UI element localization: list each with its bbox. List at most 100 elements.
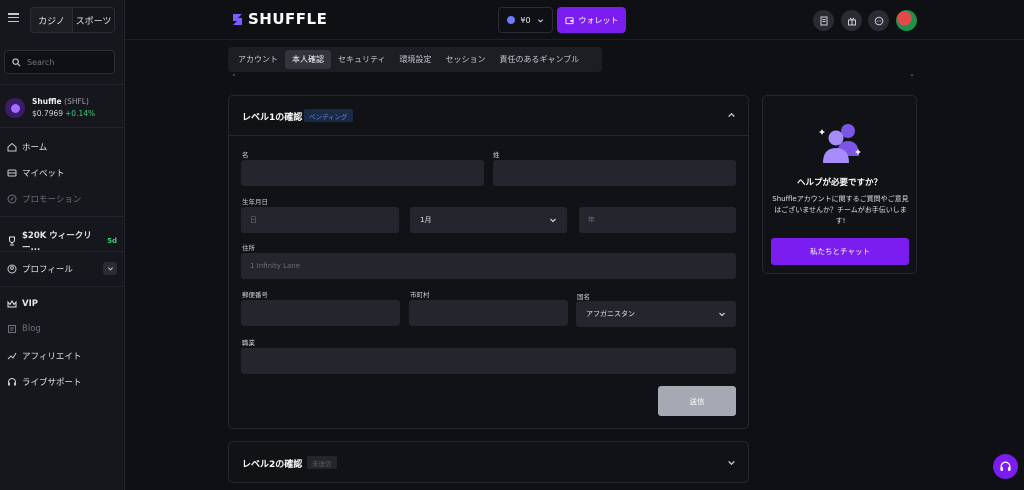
countdown-badge: 5d [107,237,117,245]
scroll-marker [233,74,235,76]
sidebar-item-label: VIP [22,299,38,309]
token-change: +0.14% [65,109,96,118]
top-bar: SHUFFLE ¥0 ウォレット [125,0,1024,40]
sidebar-item-home[interactable]: ホーム [7,141,117,153]
sidebar-item-label: マイベット [22,169,65,179]
currency-balance-dropdown[interactable]: ¥0 [498,7,553,33]
tab-responsible-gambling[interactable]: 責任のあるギャンブル [493,50,587,69]
crown-icon [7,299,17,308]
status-badge: ペンディング [304,109,353,122]
receipt-icon [820,16,827,25]
logo-text: SHUFFLE [248,10,328,28]
month-value: 1月 [420,216,432,224]
chat-with-us-button[interactable]: 私たちとチャット [771,238,909,265]
tab-sessions[interactable]: セッション [439,50,493,69]
sidebar-item-label: ライブサポート [22,378,82,388]
chat-bubble-icon [874,16,883,25]
chevron-up-icon[interactable] [727,111,736,120]
help-title: ヘルプが必要ですか？ [796,178,882,188]
submit-button[interactable]: 送信 [658,386,736,416]
transactions-button[interactable] [813,10,834,31]
home-icon [7,142,17,152]
wallet-icon [564,16,574,24]
last-name-label: 姓 [493,151,500,159]
sidebar-item-live-support[interactable]: ライブサポート [7,376,117,388]
tab-preferences[interactable]: 環境設定 [393,50,439,69]
token-price: $0.7969 [32,109,64,118]
shuffle-logo-icon [233,13,242,25]
address-label: 住所 [242,244,255,252]
account-tabs: アカウント 本人確認 セキュリティ 環境設定 セッション 責任のあるギャンブル [228,47,602,72]
sidebar-item-my-bets[interactable]: マイベット [7,167,117,179]
token-name: Shuffle [32,97,62,106]
menu-icon[interactable] [8,13,19,22]
divider [0,251,125,252]
level2-verification-card[interactable]: レベル2の確認 未送信 [228,441,749,483]
chevron-down-icon[interactable] [727,458,736,467]
sidebar-item-label: $20K ウィークリー... [22,231,92,253]
chat-button[interactable] [868,10,889,31]
occupation-field[interactable] [241,348,736,374]
sidebar-item-blog[interactable]: Blog [7,324,117,334]
search-input[interactable] [27,57,112,67]
city-label: 市町村 [410,291,430,299]
city-field[interactable] [409,300,568,326]
divider [0,286,125,287]
sidebar-item-label: Blog [22,324,41,334]
shuffle-logo[interactable]: SHUFFLE [231,10,327,28]
dob-label: 生年月日 [242,198,268,206]
first-name-label: 名 [242,151,249,159]
avatar[interactable] [896,10,917,31]
level1-header[interactable]: レベル1の確認 ペンディング [229,96,748,136]
address-field[interactable] [241,253,736,279]
wallet-button[interactable]: ウォレット [557,7,626,33]
status-badge: 未送信 [307,456,337,469]
tab-verification[interactable]: 本人確認 [285,50,331,69]
sidebar-item-profile[interactable]: プロフィール [7,262,117,275]
headset-icon [1000,461,1011,471]
country-value: アフガニスタン [586,310,635,318]
token-ticker[interactable]: Shuffle (SHFL) $0.7969 +0.14% [5,96,95,120]
sidebar-item-vip[interactable]: VIP [7,299,117,309]
wallet-label: ウォレット [578,15,619,25]
sidebar-item-affiliate[interactable]: アフィリエイト [7,350,117,362]
chevron-down-icon[interactable] [103,262,117,275]
tab-security[interactable]: セキュリティ [331,50,393,69]
blog-icon [8,325,16,333]
search-box[interactable] [4,50,115,74]
tab-casino[interactable]: カジノ [31,8,73,32]
casino-sports-switch: カジノ スポーツ [30,7,115,33]
sidebar-item-promotions[interactable]: プロモーション [7,193,117,205]
shuffle-token-icon [5,98,25,118]
dob-month-select[interactable]: 1月 [410,207,567,233]
dob-day-field[interactable] [241,207,399,233]
help-text: Shuffleアカウントに関するご質問やご意見はございませんか？チームがお手伝い… [772,195,909,225]
bets-icon [7,169,17,177]
country-select[interactable]: アフガニスタン [576,301,736,327]
help-card: ヘルプが必要ですか？ Shuffleアカウントに関するご質問やご意見はございませ… [762,95,917,274]
chevron-down-icon [719,312,725,317]
dob-year-field[interactable] [579,207,736,233]
level1-title: レベル1の確認 [242,113,303,123]
divider [0,84,125,85]
sidebar-item-label: ホーム [22,143,48,153]
postal-code-label: 郵便番号 [242,291,268,299]
chevron-down-icon [550,218,556,223]
live-support-button[interactable] [993,454,1018,479]
divider [0,127,125,128]
last-name-field[interactable] [493,160,736,186]
tab-sports[interactable]: スポーツ [73,8,114,32]
affiliate-icon [7,352,17,360]
tab-account[interactable]: アカウント [231,50,285,69]
chevron-down-icon [537,18,543,22]
user-icon [7,264,17,273]
sidebar-item-weekly-race[interactable]: $20K ウィークリー... 5d [7,229,117,253]
postal-code-field[interactable] [241,300,400,326]
sidebar-item-label: プロフィール [22,264,73,275]
support-team-icon [819,124,861,163]
search-icon [12,57,21,66]
trophy-icon [9,236,15,246]
first-name-field[interactable] [241,160,484,186]
rewards-button[interactable] [841,10,862,31]
balance-value: ¥0 [520,15,531,25]
